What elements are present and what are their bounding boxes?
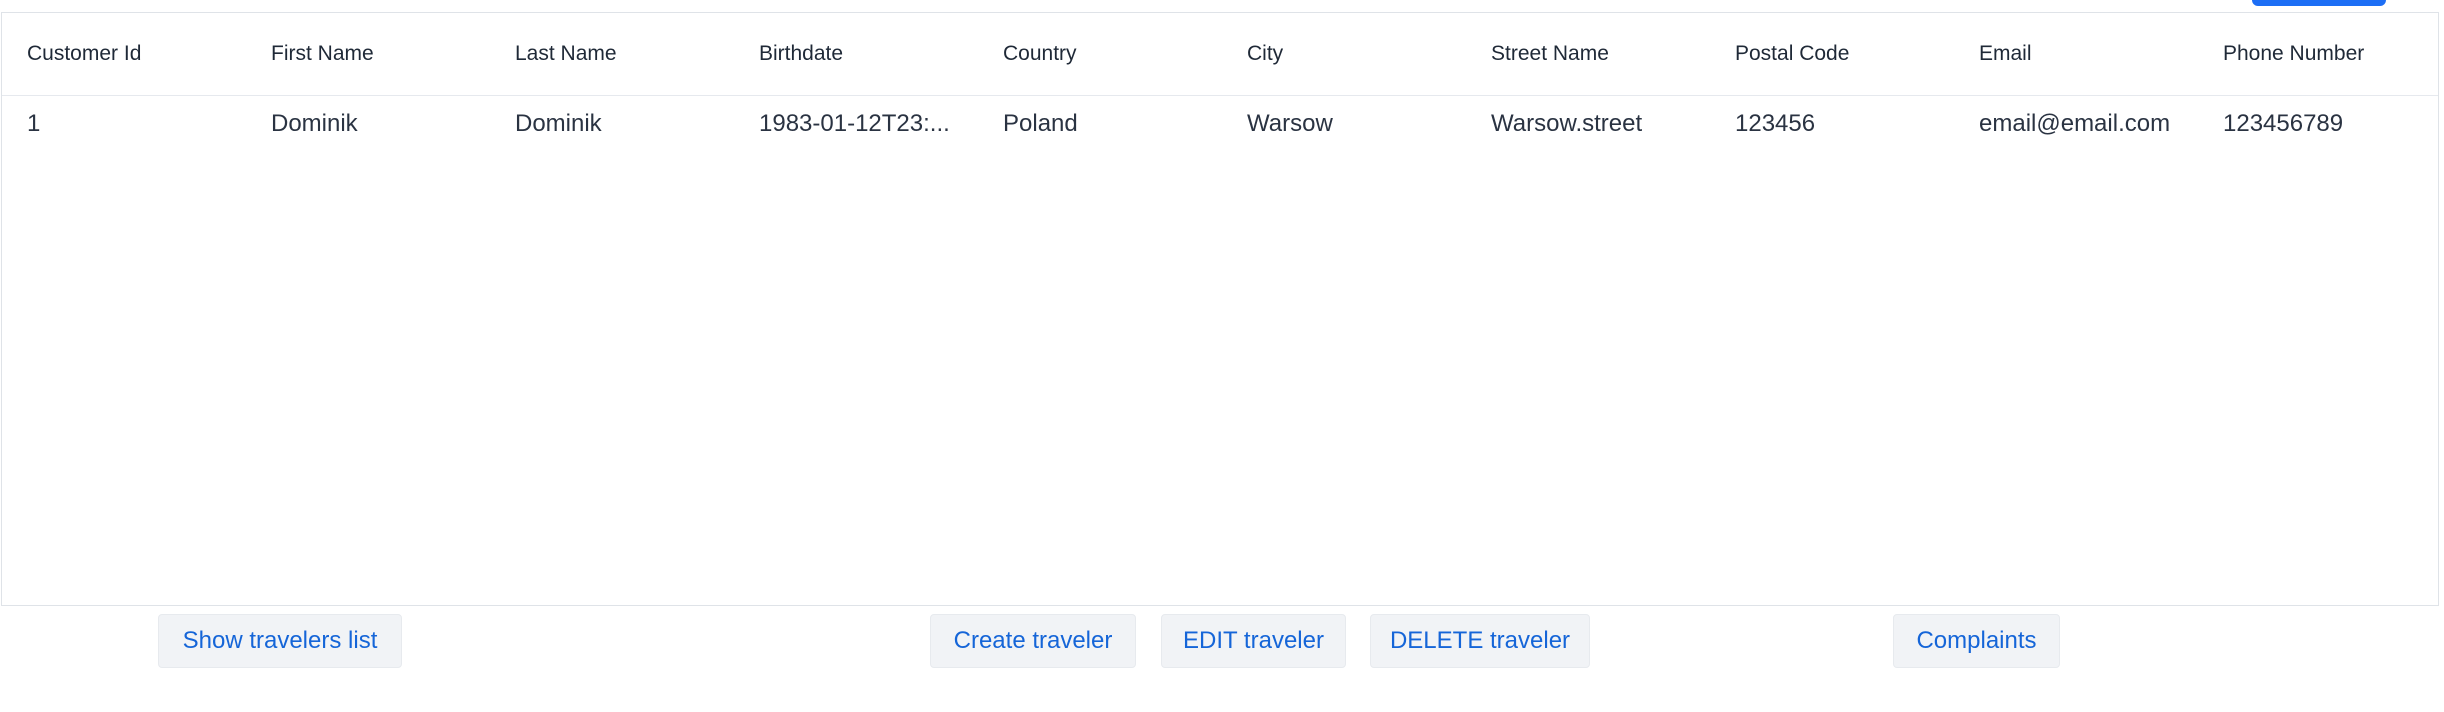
cell-city[interactable]: Warsow: [1222, 110, 1466, 138]
column-header-customer-id[interactable]: Customer Id: [2, 42, 246, 66]
create-traveler-button[interactable]: Create traveler: [930, 614, 1136, 668]
cell-last-name[interactable]: Dominik: [490, 110, 734, 138]
cell-country[interactable]: Poland: [978, 110, 1222, 138]
cell-first-name[interactable]: Dominik: [246, 110, 490, 138]
column-header-email[interactable]: Email: [1954, 42, 2198, 66]
cell-street-name[interactable]: Warsow.street: [1466, 110, 1710, 138]
edit-traveler-button[interactable]: EDIT traveler: [1161, 614, 1346, 668]
table-row[interactable]: 1 Dominik Dominik 1983-01-12T23:... Pola…: [2, 96, 2438, 152]
cell-phone-number[interactable]: 123456789: [2198, 110, 2440, 138]
cell-birthdate[interactable]: 1983-01-12T23:...: [734, 110, 978, 138]
column-header-country[interactable]: Country: [978, 42, 1222, 66]
column-header-postal-code[interactable]: Postal Code: [1710, 42, 1954, 66]
column-header-first-name[interactable]: First Name: [246, 42, 490, 66]
top-action-button-edge[interactable]: [2252, 0, 2386, 6]
cell-customer-id[interactable]: 1: [2, 110, 246, 138]
cell-email[interactable]: email@email.com: [1954, 110, 2198, 138]
column-header-street-name[interactable]: Street Name: [1466, 42, 1710, 66]
page: Customer Id First Name Last Name Birthda…: [0, 0, 2444, 712]
customers-table: Customer Id First Name Last Name Birthda…: [1, 12, 2439, 606]
action-bar: Show travelers list Create traveler EDIT…: [0, 614, 2444, 668]
column-header-birthdate[interactable]: Birthdate: [734, 42, 978, 66]
cell-postal-code[interactable]: 123456: [1710, 110, 1954, 138]
show-travelers-list-button[interactable]: Show travelers list: [158, 614, 402, 668]
column-header-city[interactable]: City: [1222, 42, 1466, 66]
complaints-button[interactable]: Complaints: [1893, 614, 2060, 668]
delete-traveler-button[interactable]: DELETE traveler: [1370, 614, 1590, 668]
column-header-phone-number[interactable]: Phone Number: [2198, 42, 2440, 66]
column-header-last-name[interactable]: Last Name: [490, 42, 734, 66]
table-header: Customer Id First Name Last Name Birthda…: [2, 13, 2438, 96]
